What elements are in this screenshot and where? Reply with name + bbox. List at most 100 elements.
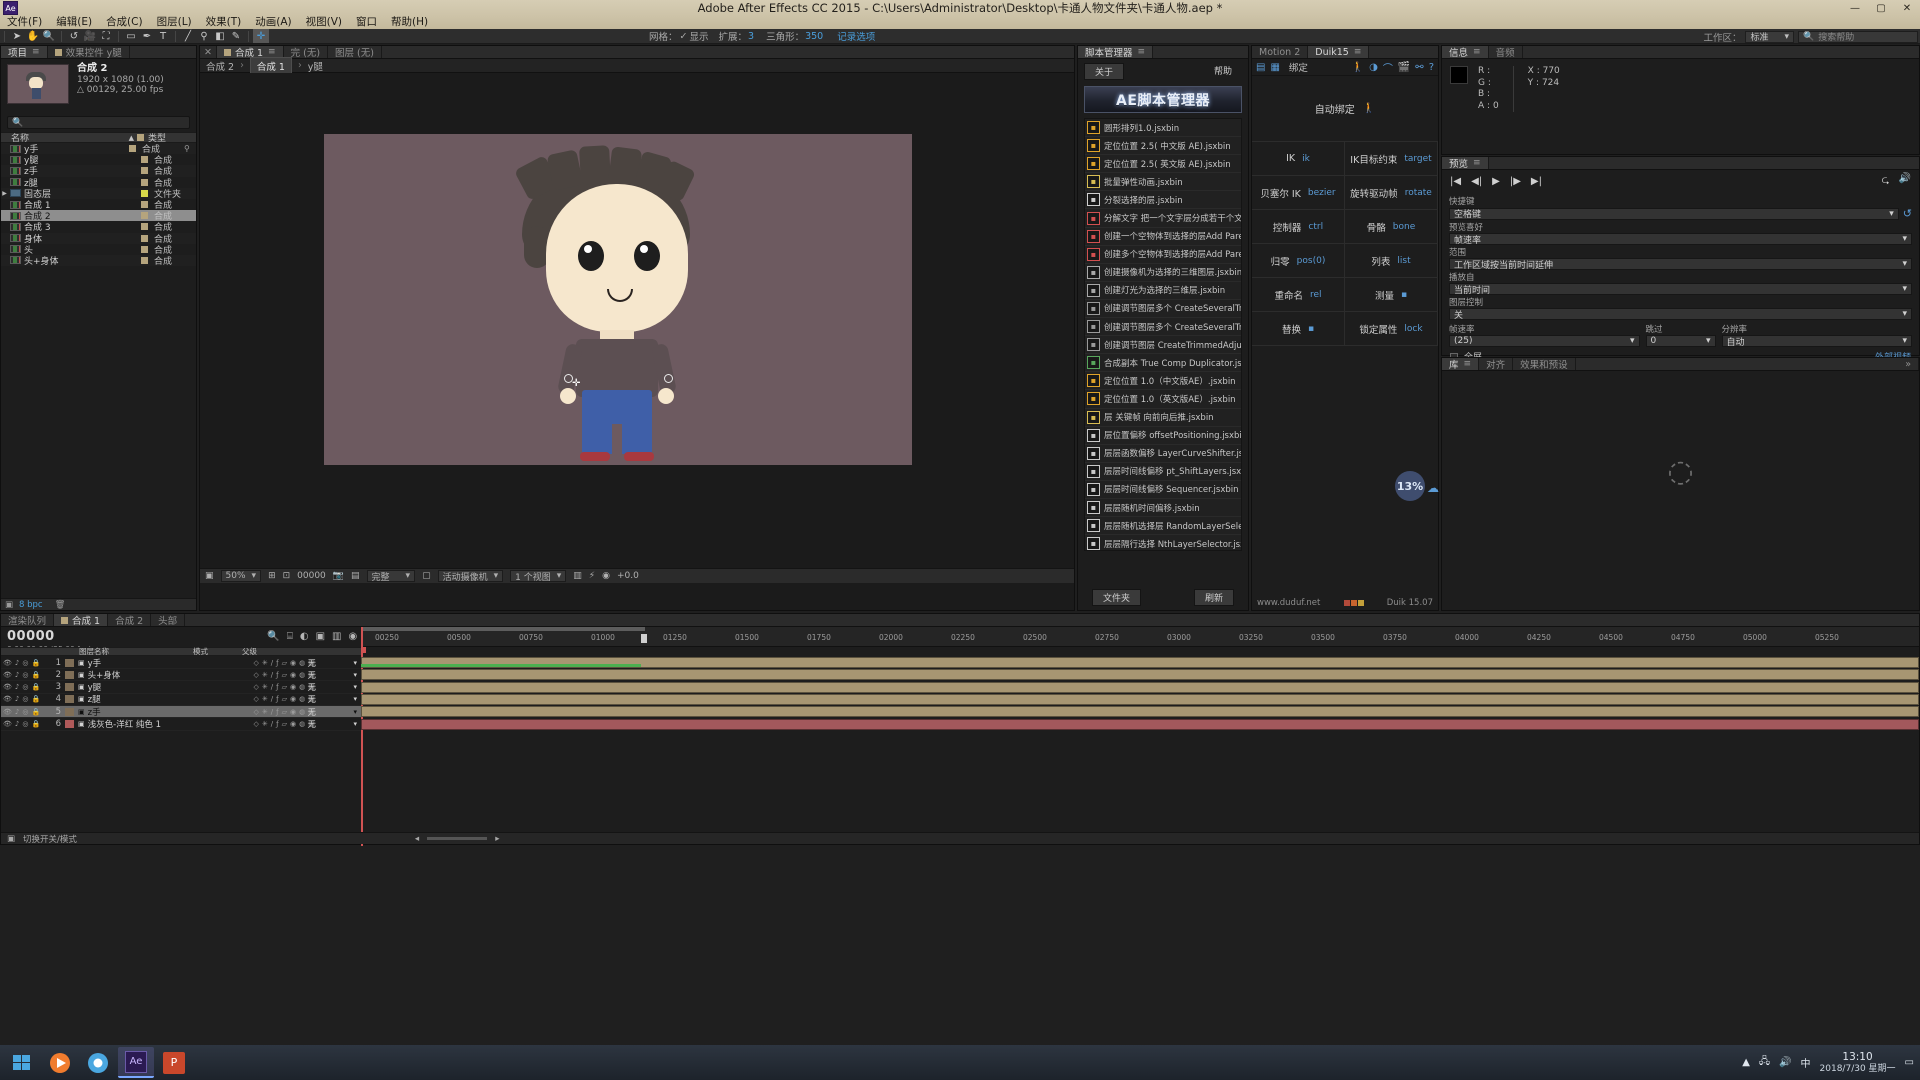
chrome-icon[interactable] (80, 1047, 116, 1078)
work-area-bar[interactable] (361, 627, 645, 631)
clock[interactable]: 13:10 2018/7/30 星期一 (1820, 1051, 1896, 1075)
quality-icon[interactable]: / (271, 708, 273, 716)
script-list-item[interactable]: ▪ 创建调节图层 CreateTrimmedAdjustment (1085, 336, 1241, 355)
clone-stamp-tool-icon[interactable]: ⚲ (196, 29, 212, 43)
script-list-item[interactable]: ▪ 层层随机选择层 RandomLayerSelector.js (1085, 517, 1241, 536)
timeline-tab[interactable]: 渲染队列 (1, 614, 55, 627)
shy-icon[interactable]: ◇ (253, 720, 258, 728)
duik-pos(0)-button[interactable]: 归零 pos(0) (1252, 244, 1345, 278)
workspace-selector[interactable]: 标准 ▾ (1745, 30, 1794, 43)
about-button[interactable]: 关于 (1084, 63, 1125, 80)
timeline-zoom-out-icon[interactable]: ◂ (415, 834, 419, 844)
resolution-select[interactable]: 自动 ▾ (1721, 335, 1912, 348)
quality-icon[interactable]: / (271, 683, 273, 691)
timeline-layer-row[interactable]: 👁 ♪ ◎ 🔒 5 ▣ z手 ◇ ✳ / ƒ ▱ ◉ ◍ ▤ 无 ▾ (1, 706, 361, 719)
layer-name[interactable]: z腿 (85, 693, 254, 705)
layer-name[interactable]: z手 (85, 706, 254, 718)
frame-blending-icon[interactable]: ▥ (332, 631, 341, 642)
quality-icon[interactable]: / (271, 659, 273, 667)
duik-ik-button[interactable]: IK ik (1252, 142, 1345, 176)
minimize-button[interactable]: — (1842, 0, 1868, 16)
script-list-item[interactable]: ▪ 圆形排列1.0.jsxbin (1085, 119, 1241, 138)
label-color-swatch[interactable] (141, 245, 148, 253)
show-snapshot-icon[interactable]: ▤ (351, 571, 360, 581)
duik-lock-button[interactable]: 锁定属性 lock (1345, 312, 1438, 346)
bit-depth-label[interactable]: 8 bpc (19, 600, 43, 610)
list-view-icon[interactable]: ▤ (1256, 62, 1265, 73)
triangles-value[interactable]: 350 (805, 31, 823, 42)
tab-overflow-icon[interactable]: » (1898, 358, 1919, 370)
menu-item-5[interactable]: 动画(A) (248, 16, 298, 29)
tab-close-icon[interactable]: ✕ (200, 46, 217, 58)
frame-back-icon[interactable]: ◀| (1471, 176, 1482, 187)
current-time-display[interactable]: 00000 (297, 571, 326, 581)
tab-info[interactable]: 信息 ≡ (1442, 46, 1489, 59)
panel-menu-icon[interactable]: ≡ (32, 47, 40, 57)
layer-switches[interactable]: ◇ ✳ / ƒ ▱ ◉ ◍ ▤ (253, 659, 314, 667)
menu-item-7[interactable]: 窗口 (349, 16, 384, 29)
script-list-item[interactable]: ▪ 分裂选择的层.jsxbin (1085, 191, 1241, 210)
collapse-icon[interactable]: ✳ (262, 695, 268, 703)
script-list-item[interactable]: ▪ 层层隔行选择 NthLayerSelector.jsxbin (1085, 535, 1241, 550)
solo-icon[interactable]: ◎ (22, 683, 28, 691)
duik-target-button[interactable]: IK目标约束 target (1345, 142, 1438, 176)
pen-tool-icon[interactable]: ✒ (139, 29, 155, 43)
label-color-swatch[interactable] (141, 212, 148, 220)
text-tool-icon[interactable]: T (155, 29, 171, 43)
mute-icon[interactable]: 🔊 (1899, 173, 1911, 190)
script-list-item[interactable]: ▪ 创建多个空物体到选择的层Add Parente (1085, 246, 1241, 264)
audio-icon[interactable]: ♪ (15, 720, 19, 728)
puppet-pin-right[interactable] (664, 374, 673, 383)
hand-tool-icon[interactable]: ✋ (25, 29, 41, 43)
label-color-swatch[interactable] (141, 167, 148, 175)
search-icon[interactable]: 🔍 (267, 631, 279, 642)
crumb-comp1[interactable]: 合成 1 (249, 56, 292, 75)
eraser-tool-icon[interactable]: ◧ (212, 29, 228, 43)
script-list-item[interactable]: ▪ 层层时间线偏移 Sequencer.jsxbin (1085, 481, 1241, 499)
layer-color-swatch[interactable] (65, 707, 74, 716)
composition-canvas[interactable]: ✛ (324, 134, 912, 465)
close-button[interactable]: ✕ (1894, 0, 1920, 16)
parent-dropdown-icon[interactable]: ▾ (353, 720, 357, 728)
link-icon[interactable]: ⚯ (1415, 62, 1423, 73)
frame-blend-icon[interactable]: ▱ (282, 720, 287, 728)
timeline-layer-row[interactable]: 👁 ♪ ◎ 🔒 2 ▣ 头+身体 ◇ ✳ / ƒ ▱ ◉ ◍ ▤ 无 ▾ (1, 669, 361, 682)
tab-effects-presets[interactable]: 效果和预设 (1513, 358, 1576, 371)
maximize-button[interactable]: ▢ (1868, 0, 1894, 16)
timeline-tab[interactable]: 合成 2 (108, 614, 152, 627)
tab-effect-controls[interactable]: 效果控件 y腿 (48, 46, 130, 59)
region-of-interest-icon[interactable]: ▢ (422, 571, 431, 581)
shy-icon[interactable]: ◇ (253, 683, 258, 691)
column-parent[interactable]: 父级 (242, 646, 257, 657)
script-list-item[interactable]: ▪ 创建一个空物体到选择的层Add Parente (1085, 228, 1241, 246)
help-button[interactable]: 帮助 (1204, 63, 1242, 80)
parent-dropdown-icon[interactable]: ▾ (353, 683, 357, 691)
safe-zones-icon[interactable]: ⊡ (283, 571, 291, 581)
effects-icon[interactable]: ƒ (276, 708, 278, 716)
solo-icon[interactable]: ◎ (22, 659, 28, 667)
label-color-swatch[interactable] (141, 156, 148, 164)
label-color-swatch[interactable] (141, 223, 148, 231)
zoom-tool-icon[interactable]: 🔍 (41, 29, 57, 43)
script-list-item[interactable]: ▪ 定位位置 1.0（英文版AE）.jsxbin (1085, 390, 1241, 409)
fps-select[interactable]: (25) ▾ (1449, 335, 1640, 347)
duik-ctrl-button[interactable]: 控制器 ctrl (1252, 210, 1345, 244)
timeline-tab[interactable]: 合成 1 (54, 614, 109, 627)
script-list-item[interactable]: ▪ 层位置偏移 offsetPositioning.jsxbin (1085, 427, 1241, 445)
media-player-icon[interactable] (42, 1047, 78, 1078)
video-visibility-icon[interactable]: 👁 (3, 708, 12, 716)
duik-bezier-button[interactable]: 贝塞尔 IK bezier (1252, 176, 1345, 210)
tab-align[interactable]: 对齐 (1479, 358, 1514, 371)
shy-icon[interactable]: ◇ (253, 695, 258, 703)
record-options-link[interactable]: 记录选项 (837, 29, 875, 43)
timeline-zoom-slider[interactable] (427, 837, 488, 840)
effects-icon[interactable]: ƒ (276, 720, 278, 728)
orbit-tool-icon[interactable]: ↺ (66, 29, 82, 43)
lock-icon[interactable]: 🔒 (31, 708, 40, 716)
start-windows-icon[interactable] (4, 1047, 40, 1078)
selection-tool-icon[interactable]: ➤ (9, 29, 25, 43)
column-layer-name[interactable]: 图层名称 (31, 646, 109, 657)
layer-duration-bar[interactable] (361, 718, 1919, 730)
script-list-item[interactable]: ▪ 创建灯光为选择的三维层.jsxbin (1085, 282, 1241, 300)
parent-dropdown-icon[interactable]: ▾ (353, 659, 357, 667)
